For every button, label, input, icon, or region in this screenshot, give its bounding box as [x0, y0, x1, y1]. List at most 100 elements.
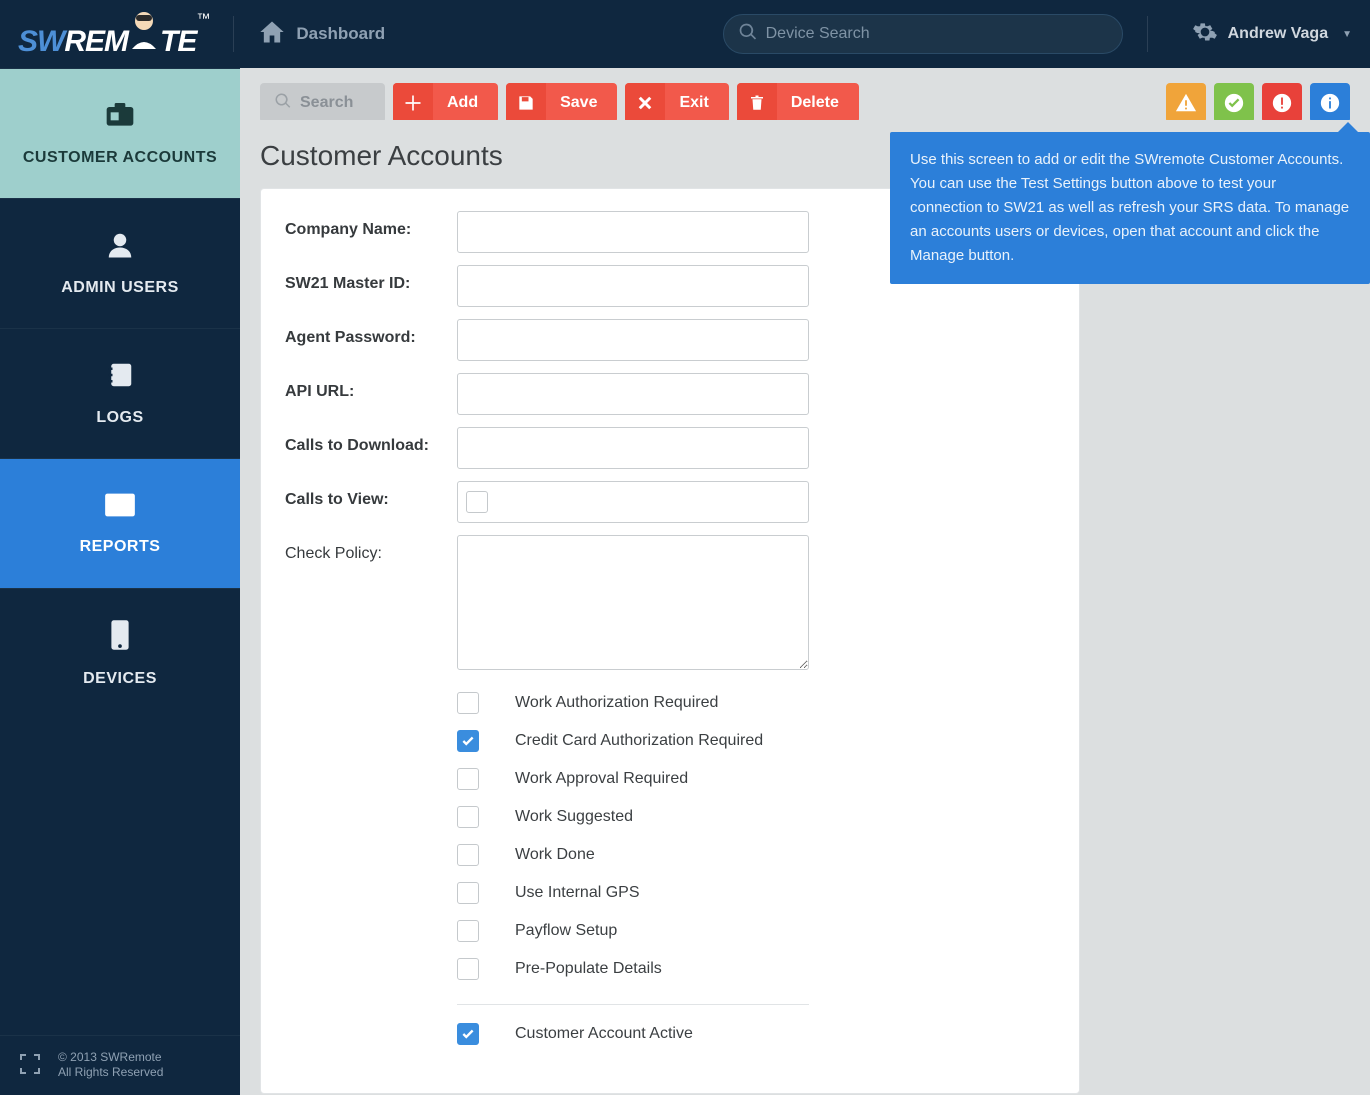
option-checkbox[interactable]: [457, 768, 479, 790]
option-row-3: Work Suggested: [457, 798, 1055, 836]
app-header: SWREM TE™ Dashboard Andrew Vaga ▼: [0, 0, 1370, 68]
toolbar-search-input[interactable]: [300, 94, 371, 112]
exit-button[interactable]: Exit: [625, 83, 728, 123]
field-label: Calls to Download:: [285, 427, 457, 455]
sidebar-item-label: ADMIN USERS: [61, 279, 179, 297]
logo-prefix: SW: [18, 25, 64, 58]
sidebar-item-label: REPORTS: [80, 538, 161, 556]
footer-copyright: © 2013 SWRemote: [58, 1050, 163, 1066]
logo-mascot-icon: [126, 10, 162, 50]
check-circle-icon: [1223, 92, 1245, 114]
home-icon: [258, 18, 286, 51]
save-button[interactable]: Save: [506, 83, 617, 123]
field-label: Calls to View:: [285, 481, 457, 509]
delete-button[interactable]: Delete: [737, 83, 859, 123]
sidebar-footer: © 2013 SWRemote All Rights Reserved: [0, 1035, 240, 1095]
option-checkbox[interactable]: [457, 844, 479, 866]
calls-view-wrap: [457, 481, 809, 523]
api-url-input[interactable]: [457, 373, 809, 415]
close-icon: [625, 83, 665, 123]
check-policy-input[interactable]: [457, 535, 809, 670]
reports-icon: [104, 491, 136, 524]
field-api-url: API URL:: [285, 373, 1055, 415]
agent-password-input[interactable]: [457, 319, 809, 361]
sidebar-item-admin-users[interactable]: ADMIN USERS: [0, 198, 240, 328]
logs-icon: [105, 360, 135, 395]
logo-mid: REM: [64, 25, 128, 58]
info-popover-text: Use this screen to add or edit the SWrem…: [910, 151, 1349, 264]
option-checkbox[interactable]: [457, 1023, 479, 1045]
status-warning-button[interactable]: [1166, 83, 1206, 123]
sidebar-item-reports[interactable]: REPORTS: [0, 458, 240, 588]
option-checkbox[interactable]: [457, 692, 479, 714]
option-row-7: Pre-Populate Details: [457, 950, 1055, 988]
chevron-down-icon: ▼: [1342, 29, 1352, 40]
logo-suffix: TE: [160, 25, 196, 58]
device-icon: [108, 619, 132, 656]
option-row-4: Work Done: [457, 836, 1055, 874]
user-icon: [105, 230, 135, 265]
option-list: Work Authorization Required Credit Card A…: [457, 684, 1055, 1053]
option-label: Use Internal GPS: [515, 884, 640, 902]
option-label: Payflow Setup: [515, 922, 617, 940]
app-logo[interactable]: SWREM TE™: [18, 7, 209, 62]
device-search-input[interactable]: [766, 25, 1108, 43]
search-icon: [274, 92, 292, 115]
field-calls-view: Calls to View:: [285, 481, 1055, 523]
option-label: Work Authorization Required: [515, 694, 718, 712]
option-label: Customer Account Active: [515, 1025, 693, 1043]
sidebar-item-logs[interactable]: LOGS: [0, 328, 240, 458]
sidebar-item-label: CUSTOMER ACCOUNTS: [23, 149, 217, 167]
option-row-5: Use Internal GPS: [457, 874, 1055, 912]
option-checkbox[interactable]: [457, 958, 479, 980]
field-calls-download: Calls to Download:: [285, 427, 1055, 469]
master-id-input[interactable]: [457, 265, 809, 307]
sidebar-item-devices[interactable]: DEVICES: [0, 588, 240, 718]
breadcrumb[interactable]: Dashboard: [258, 18, 385, 51]
header-divider-2: [1147, 16, 1148, 52]
calls-view-checkbox[interactable]: [466, 491, 488, 513]
device-search[interactable]: [723, 14, 1123, 54]
option-label: Pre-Populate Details: [515, 960, 662, 978]
sidebar: CUSTOMER ACCOUNTS ADMIN USERS LOGS REPOR…: [0, 68, 240, 1095]
sidebar-item-label: LOGS: [96, 409, 143, 427]
info-circle-icon: [1319, 92, 1341, 114]
trash-icon: [737, 83, 777, 123]
option-checkbox[interactable]: [457, 806, 479, 828]
option-row-6: Payflow Setup: [457, 912, 1055, 950]
toolbar-search[interactable]: [260, 83, 385, 123]
option-label: Work Done: [515, 846, 595, 864]
status-ok-button[interactable]: [1214, 83, 1254, 123]
button-label: Delete: [791, 94, 839, 112]
info-popover: Use this screen to add or edit the SWrem…: [890, 132, 1370, 284]
company-name-input[interactable]: [457, 211, 809, 253]
calls-download-input[interactable]: [457, 427, 809, 469]
option-label: Work Approval Required: [515, 770, 688, 788]
add-button[interactable]: Add: [393, 83, 498, 123]
option-checkbox[interactable]: [457, 882, 479, 904]
field-label: API URL:: [285, 373, 457, 401]
option-divider: [457, 1004, 809, 1005]
error-circle-icon: [1271, 92, 1293, 114]
status-error-button[interactable]: [1262, 83, 1302, 123]
user-menu[interactable]: Andrew Vaga ▼: [1192, 19, 1352, 50]
option-row-1: Credit Card Authorization Required: [457, 722, 1055, 760]
option-checkbox[interactable]: [457, 730, 479, 752]
sidebar-item-customer-accounts[interactable]: CUSTOMER ACCOUNTS: [0, 68, 240, 198]
option-label: Work Suggested: [515, 808, 633, 826]
main-content: Add Save Exit Delete: [240, 68, 1370, 1095]
toolbar: Add Save Exit Delete: [240, 68, 1370, 120]
status-info-button[interactable]: [1310, 83, 1350, 123]
sidebar-item-label: DEVICES: [83, 670, 157, 688]
id-card-icon: [104, 100, 136, 135]
option-checkbox[interactable]: [457, 920, 479, 942]
field-label: Agent Password:: [285, 319, 457, 347]
breadcrumb-text: Dashboard: [296, 24, 385, 44]
button-label: Exit: [679, 94, 708, 112]
fullscreen-icon[interactable]: [18, 1052, 42, 1079]
field-label: Check Policy:: [285, 535, 457, 563]
option-row-active: Customer Account Active: [457, 1015, 1055, 1053]
field-label: Company Name:: [285, 211, 457, 239]
warning-icon: [1175, 92, 1197, 114]
user-name: Andrew Vaga: [1228, 25, 1328, 43]
